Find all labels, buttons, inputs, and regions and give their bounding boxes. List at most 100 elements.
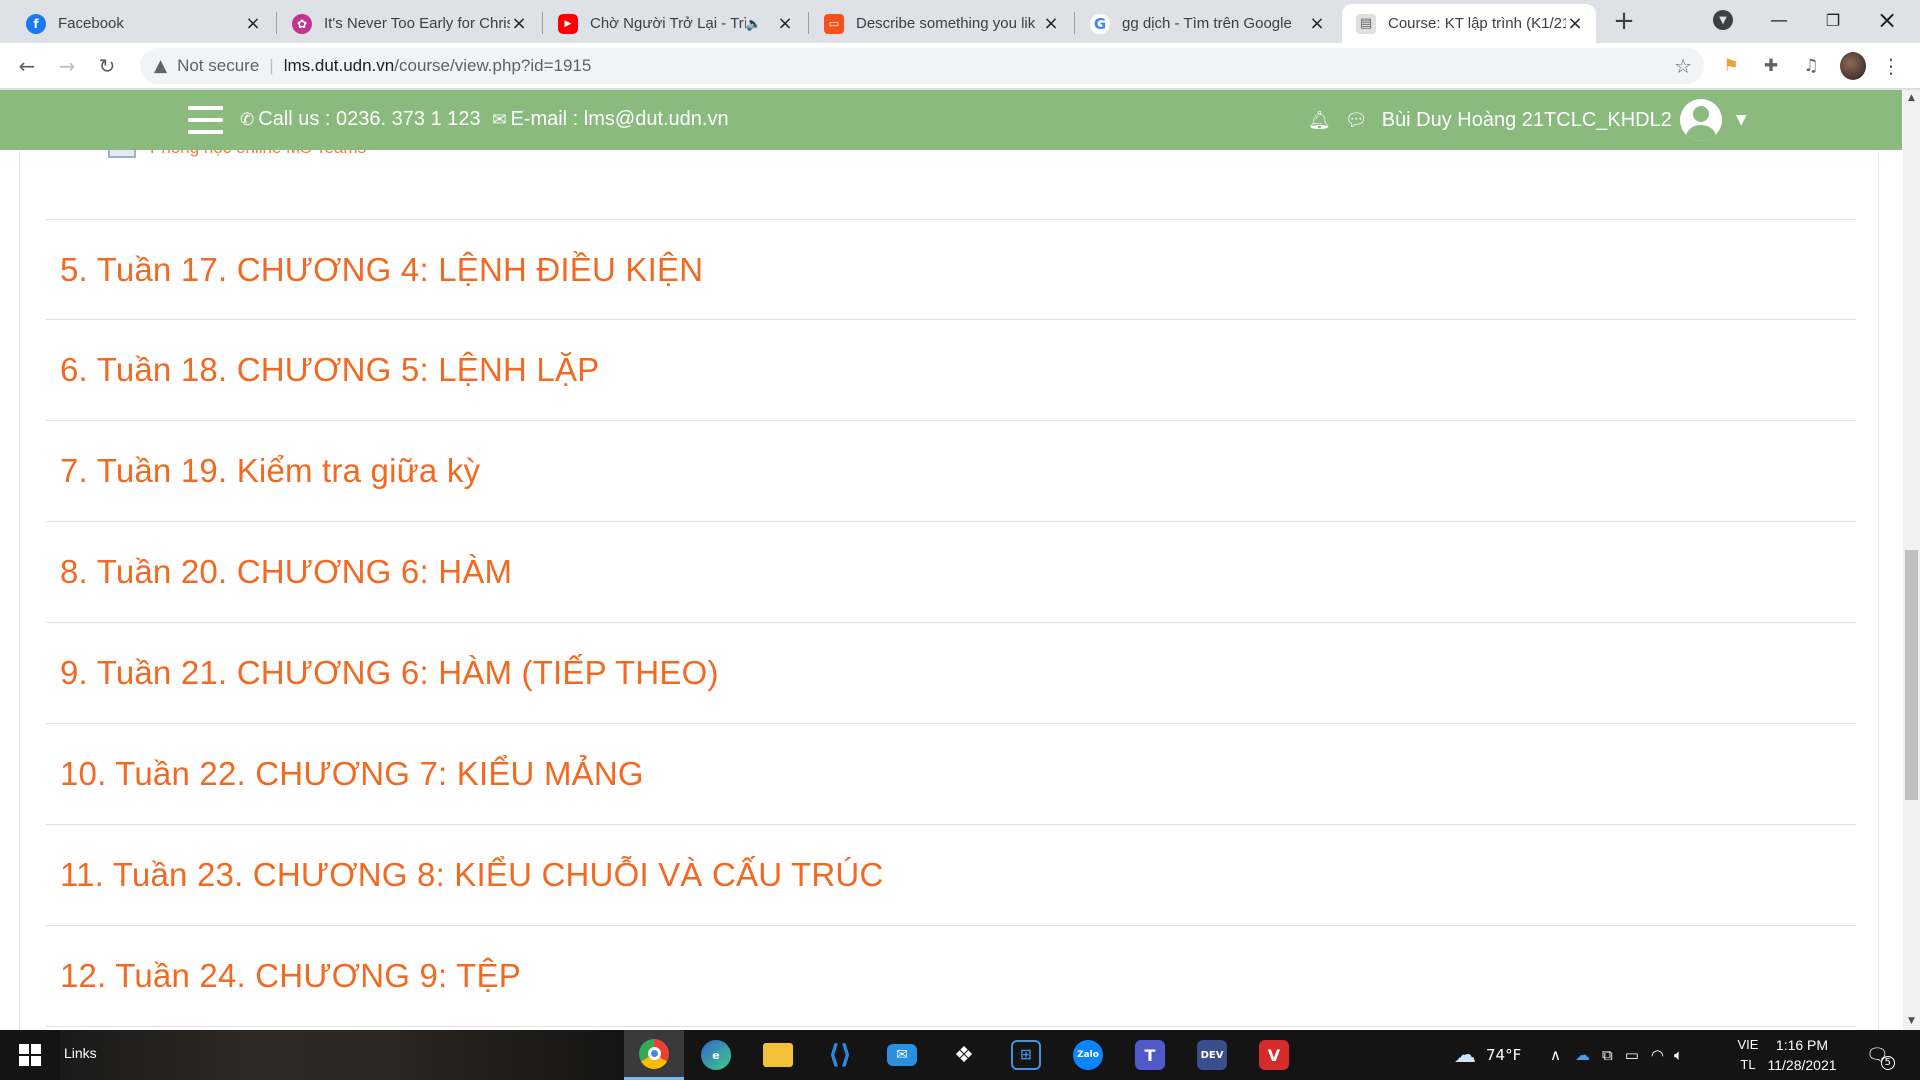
- course-section[interactable]: 5. Tuần 17. CHƯƠNG 4: LỆNH ĐIỀU KIỆN: [46, 219, 1856, 320]
- course-section[interactable]: 7. Tuần 19. Kiểm tra giữa kỳ: [46, 421, 1856, 522]
- course-section[interactable]: 6. Tuần 18. CHƯƠNG 5: LỆNH LẶP: [46, 320, 1856, 421]
- edge-icon: e: [701, 1040, 731, 1070]
- forward-button[interactable]: →: [52, 51, 82, 81]
- restore-button[interactable]: ❐: [1806, 0, 1860, 40]
- taskbar-chrome[interactable]: [624, 1030, 684, 1080]
- profile-avatar[interactable]: [1840, 52, 1866, 80]
- tab-search-button[interactable]: ▼: [1696, 0, 1750, 40]
- page-viewport: Phòng học online MS Teams 5. Tuần 17. CH…: [0, 90, 1920, 1030]
- system-tray: ∧ ☁ ⧉ ▭ ◠ 🔈︎: [1550, 1030, 1683, 1080]
- taskbar-mail[interactable]: ✉: [872, 1030, 932, 1080]
- user-name[interactable]: Bùi Duy Hoàng 21TCLC_KHDL2: [1382, 109, 1672, 132]
- reload-button[interactable]: ↻: [92, 51, 122, 81]
- mail-icon: ✉: [887, 1044, 917, 1066]
- clock[interactable]: 1:16 PM 11/28/2021: [1754, 1035, 1850, 1075]
- google-icon: G: [1090, 13, 1110, 34]
- tab-divider: [276, 12, 277, 34]
- course-section[interactable]: 9. Tuần 21. CHƯƠNG 6: HÀM (TIẾP THEO): [46, 623, 1856, 724]
- back-button[interactable]: ←: [12, 51, 42, 81]
- windows-taskbar: Links e ⟨⟩ ✉ ❖ ⊞ Zalo T DEV V ☁ 74°F ∧ ☁…: [0, 1030, 1920, 1080]
- volume-icon[interactable]: 🔈︎: [1674, 1046, 1683, 1064]
- notification-icon: 🗨︎ 5: [1866, 1045, 1895, 1070]
- taskbar-app[interactable]: ⊞: [996, 1030, 1056, 1080]
- section-title-link[interactable]: 9. Tuần 21. CHƯƠNG 6: HÀM (TIẾP THEO): [46, 654, 719, 692]
- course-section[interactable]: 10. Tuần 22. CHƯƠNG 7: KIỂU MẢNG: [46, 724, 1856, 825]
- scroll-down-arrow[interactable]: ▼: [1903, 1013, 1920, 1030]
- tab-youtube[interactable]: ▶ Chờ Người Trở Lại - Trìn 🔈 ×: [544, 4, 806, 43]
- tab-strip: f Facebook × ✿ It's Never Too Early for …: [0, 0, 1920, 43]
- close-tab-icon[interactable]: ×: [244, 13, 262, 34]
- warning-icon[interactable]: ▲: [154, 56, 167, 76]
- section-title-link[interactable]: 11. Tuần 23. CHƯƠNG 8: KIỂU CHUỖI VÀ CẤU…: [46, 856, 883, 894]
- avatar: [1840, 52, 1866, 80]
- taskbar-teams[interactable]: T: [1120, 1030, 1180, 1080]
- media-queue-icon[interactable]: ♫: [1798, 53, 1824, 79]
- close-window-button[interactable]: ×: [1860, 0, 1914, 40]
- section-title-link[interactable]: 10. Tuần 22. CHƯƠNG 7: KIỂU MẢNG: [46, 755, 644, 793]
- links-toolbar[interactable]: Links: [64, 1045, 97, 1061]
- bell-icon[interactable]: 🔔︎: [1308, 110, 1331, 131]
- close-tab-icon[interactable]: ×: [1042, 13, 1060, 34]
- url-path[interactable]: /course/view.php?id=1915: [394, 56, 591, 76]
- meet-now-icon[interactable]: ⧉: [1602, 1046, 1613, 1064]
- section-title-link[interactable]: 6. Tuần 18. CHƯƠNG 5: LỆNH LẶP: [46, 351, 599, 389]
- scrollbar-thumb[interactable]: [1905, 550, 1918, 800]
- clock-date: 11/28/2021: [1767, 1057, 1837, 1073]
- user-avatar[interactable]: [1679, 99, 1722, 141]
- taskbar-vietkey[interactable]: V: [1244, 1030, 1304, 1080]
- chevron-up-icon[interactable]: ∧: [1550, 1046, 1561, 1064]
- close-tab-icon[interactable]: ×: [1308, 13, 1326, 34]
- course-section[interactable]: 11. Tuần 23. CHƯƠNG 8: KIỂU CHUỖI VÀ CẤU…: [46, 825, 1856, 926]
- user-menu[interactable]: 🔔︎ 💬︎ Bùi Duy Hoàng 21TCLC_KHDL2 ▼: [1308, 98, 1747, 142]
- zalo-icon: Zalo: [1073, 1040, 1103, 1070]
- course-section[interactable]: 12. Tuần 24. CHƯƠNG 9: TỆP: [46, 926, 1856, 1027]
- phone-icon: ✆: [240, 110, 255, 130]
- tab-title: Describe something you lik: [856, 15, 1036, 32]
- weather-widget[interactable]: ☁ 74°F: [1454, 1030, 1521, 1080]
- taskbar-edge[interactable]: e: [686, 1030, 746, 1080]
- tab-google-search[interactable]: G gg dịch - Tìm trên Google ×: [1076, 4, 1338, 43]
- puzzle-icon[interactable]: ✚: [1758, 53, 1784, 79]
- vertical-scrollbar[interactable]: ▲ ▼: [1903, 90, 1920, 1030]
- close-tab-icon[interactable]: ×: [510, 13, 528, 34]
- close-tab-icon[interactable]: ×: [1566, 13, 1584, 34]
- battery-icon[interactable]: ▭: [1625, 1046, 1639, 1064]
- start-button[interactable]: [0, 1030, 60, 1080]
- tab-describe-something[interactable]: ▭ Describe something you lik ×: [810, 4, 1072, 43]
- wifi-icon[interactable]: ◠: [1651, 1046, 1664, 1064]
- chat-icon[interactable]: 💬︎: [1345, 110, 1368, 131]
- section-title-link[interactable]: 8. Tuần 20. CHƯƠNG 6: HÀM: [46, 553, 512, 591]
- facebook-icon: f: [26, 13, 46, 34]
- section-title-link[interactable]: 5. Tuần 17. CHƯƠNG 4: LỆNH ĐIỀU KIỆN: [46, 251, 703, 289]
- taskbar-devcpp[interactable]: DEV: [1182, 1030, 1242, 1080]
- notification-count: 5: [1880, 1055, 1895, 1070]
- extension-icon[interactable]: ⚑: [1718, 53, 1744, 79]
- section-title-link[interactable]: 12. Tuần 24. CHƯƠNG 9: TỆP: [46, 957, 521, 995]
- close-tab-icon[interactable]: ×: [776, 13, 794, 34]
- taskbar-file-explorer[interactable]: [748, 1030, 808, 1080]
- caret-down-icon[interactable]: ▼: [1736, 112, 1747, 128]
- notification-center[interactable]: 🗨︎ 5: [1866, 1030, 1895, 1080]
- course-section[interactable]: 8. Tuần 20. CHƯƠNG 6: HÀM: [46, 522, 1856, 623]
- tab-its-never-too-early[interactable]: ✿ It's Never Too Early for Chris ×: [278, 4, 540, 43]
- taskbar-vscode[interactable]: ⟨⟩: [810, 1030, 870, 1080]
- tab-course-active[interactable]: ▤ Course: KT lập trình (K1/21- ×: [1342, 4, 1596, 43]
- bookmark-star-icon[interactable]: ☆: [1674, 54, 1692, 78]
- new-tab-button[interactable]: +: [1608, 6, 1640, 38]
- contact-info: ✆ Call us : 0236. 373 1 123 ✉ E-mail : lms…: [240, 108, 729, 131]
- scroll-up-arrow[interactable]: ▲: [1903, 90, 1920, 107]
- tab-facebook[interactable]: f Facebook ×: [12, 4, 274, 43]
- address-bar[interactable]: ▲ Not secure | lms.dut.udn.vn/course/vie…: [140, 48, 1704, 84]
- chrome-menu-icon[interactable]: ⋮: [1878, 53, 1904, 79]
- cloud-icon: ☁: [1454, 1042, 1476, 1068]
- audio-playing-icon[interactable]: 🔈: [746, 16, 762, 32]
- minimize-button[interactable]: —: [1752, 0, 1806, 40]
- url-host[interactable]: lms.dut.udn.vn: [284, 56, 395, 76]
- onedrive-icon[interactable]: ☁: [1575, 1046, 1590, 1064]
- section-title-link[interactable]: 7. Tuần 19. Kiểm tra giữa kỳ: [46, 452, 480, 490]
- contact-email[interactable]: E-mail : lms@dut.udn.vn: [510, 108, 728, 130]
- security-label[interactable]: Not secure: [177, 56, 259, 76]
- hamburger-menu-icon[interactable]: [188, 106, 223, 134]
- taskbar-zalo[interactable]: Zalo: [1058, 1030, 1118, 1080]
- taskbar-dropbox[interactable]: ❖: [934, 1030, 994, 1080]
